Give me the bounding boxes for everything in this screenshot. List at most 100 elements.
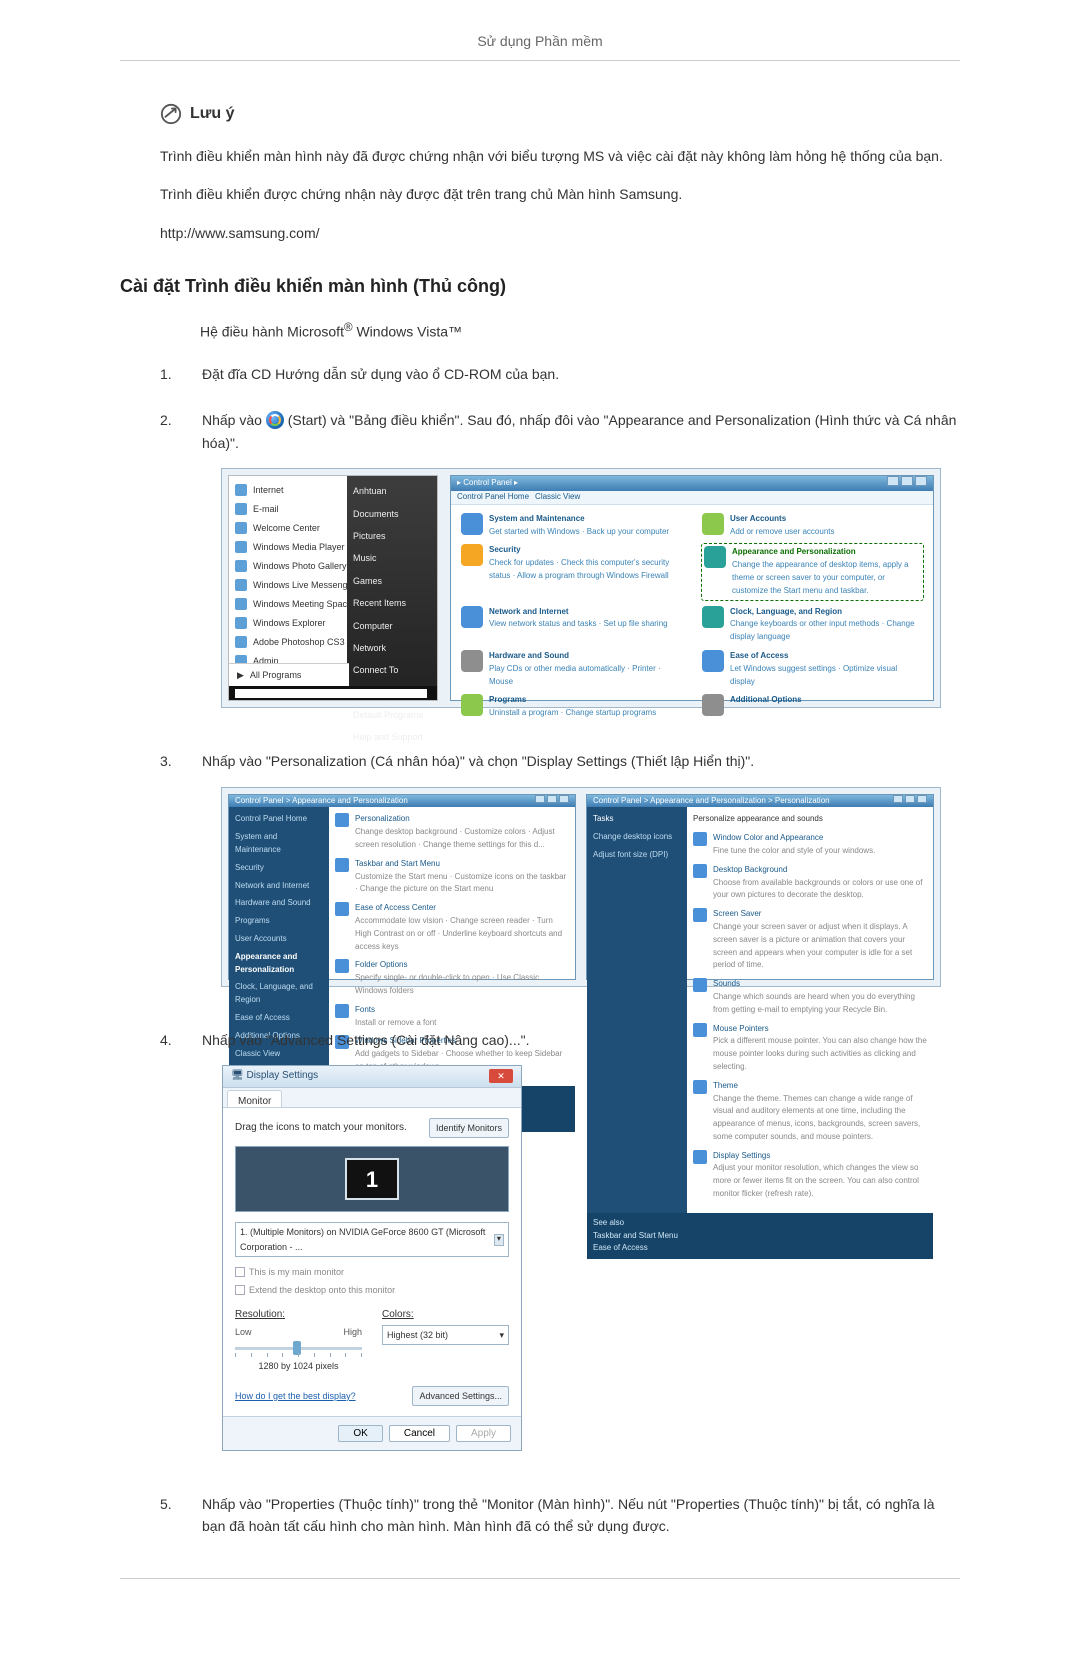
- note-p2: Trình điều khiển được chứng nhận này đượ…: [160, 183, 960, 205]
- cp-item[interactable]: Hardware and Sound: [489, 650, 682, 663]
- window-buttons[interactable]: [885, 476, 927, 491]
- cp-item[interactable]: Clock, Language, and Region: [730, 606, 923, 619]
- cp-item[interactable]: Network and Internet: [489, 606, 668, 619]
- cp-item[interactable]: User Accounts: [730, 513, 835, 526]
- os-prefix: Hệ điều hành Microsoft: [200, 324, 344, 340]
- ap-item[interactable]: Folder Options: [355, 959, 569, 972]
- sm-right[interactable]: Anhtuan: [353, 484, 431, 498]
- side-link[interactable]: Change desktop icons: [593, 831, 681, 844]
- side-link[interactable]: Security: [235, 862, 323, 875]
- side-link[interactable]: Control Panel Home: [235, 813, 323, 826]
- pz-item[interactable]: Desktop Background: [713, 864, 927, 877]
- sm-right[interactable]: Pictures: [353, 529, 431, 543]
- cp-item[interactable]: System and Maintenance: [489, 513, 669, 526]
- chevron-down-icon[interactable]: ▾: [494, 1234, 504, 1246]
- sm-right[interactable]: Default Programs: [353, 708, 431, 722]
- sm-item[interactable]: Welcome Center: [253, 521, 320, 535]
- search-input[interactable]: [235, 689, 427, 698]
- cp-item[interactable]: Security: [489, 544, 682, 557]
- identify-monitors-button[interactable]: Identify Monitors: [429, 1118, 509, 1138]
- reg-mark: ®: [344, 321, 353, 334]
- sm-right[interactable]: Games: [353, 574, 431, 588]
- step-2-text: Nhấp vào (Start) và "Bảng điều khiển". S…: [202, 409, 960, 726]
- sm-item[interactable]: Windows Explorer: [253, 616, 326, 630]
- sm-item[interactable]: Windows Photo Gallery: [253, 559, 347, 573]
- sm-right[interactable]: Connect To: [353, 663, 431, 677]
- ok-button[interactable]: OK: [338, 1425, 382, 1442]
- display-settings-dialog: 🖥 Display Settings ✕ Monitor Drag the ic…: [222, 1065, 522, 1451]
- side-link[interactable]: User Accounts: [235, 933, 323, 946]
- side-link[interactable]: Hardware and Sound: [235, 897, 323, 910]
- monitor-preview-area[interactable]: 1: [235, 1146, 509, 1212]
- note-p1: Trình điều khiển màn hình này đã được ch…: [160, 145, 960, 167]
- window-buttons[interactable]: [891, 795, 927, 808]
- step-4-text: Nhấp vào "Advanced Settings (Cài đặt Nân…: [202, 1032, 529, 1048]
- sm-right[interactable]: Recent Items: [353, 596, 431, 610]
- sm-item[interactable]: E-mail: [253, 502, 279, 516]
- side-hd: Tasks: [593, 813, 681, 826]
- os-subhead: Hệ điều hành Microsoft® Windows Vista™: [200, 319, 960, 343]
- step-3: 3. Nhấp vào "Personalization (Cá nhân hó…: [160, 750, 960, 1004]
- side-link[interactable]: Appearance and Personalization: [235, 951, 323, 977]
- cancel-button[interactable]: Cancel: [389, 1425, 450, 1442]
- pz-item[interactable]: Window Color and Appearance: [713, 832, 875, 845]
- close-button[interactable]: ✕: [489, 1069, 513, 1083]
- pz-item[interactable]: Sounds: [713, 978, 927, 991]
- cp-home-link[interactable]: Control Panel Home: [457, 491, 529, 504]
- fig2-left-panel: Control Panel > Appearance and Personali…: [228, 794, 576, 980]
- monitor-select[interactable]: 1. (Multiple Monitors) on NVIDIA GeForce…: [235, 1222, 509, 1257]
- side-link[interactable]: System and Maintenance: [235, 831, 323, 857]
- step-2-pre: Nhấp vào: [202, 412, 266, 428]
- cp-item[interactable]: Programs: [489, 694, 656, 707]
- side-link[interactable]: Clock, Language, and Region: [235, 981, 323, 1007]
- cp-title: ▸ Control Panel ▸: [457, 477, 518, 490]
- chk-main-monitor[interactable]: This is my main monitor: [235, 1265, 509, 1279]
- pz-item[interactable]: Screen Saver: [713, 908, 927, 921]
- sm-all-programs[interactable]: ▶ All Programs: [229, 663, 349, 686]
- ap-item[interactable]: Fonts: [355, 1004, 436, 1017]
- step-3-num: 3.: [160, 750, 184, 1004]
- ap-item[interactable]: Taskbar and Start Menu: [355, 858, 569, 871]
- chevron-down-icon[interactable]: ▾: [499, 1328, 504, 1342]
- cp-item[interactable]: Additional Options: [730, 694, 802, 707]
- os-suffix: Windows Vista™: [353, 324, 462, 340]
- ap-item[interactable]: Ease of Access Center: [355, 902, 569, 915]
- res-high: High: [343, 1325, 362, 1339]
- fig2r-title: Control Panel > Appearance and Personali…: [593, 795, 830, 808]
- help-link[interactable]: How do I get the best display?: [235, 1389, 356, 1403]
- sm-right[interactable]: Music: [353, 551, 431, 565]
- side-link[interactable]: Ease of Access: [235, 1012, 323, 1025]
- chk-extend-desktop[interactable]: Extend the desktop onto this monitor: [235, 1283, 509, 1297]
- ap-item[interactable]: Personalization: [355, 813, 569, 826]
- step-1-text: Đặt đĩa CD Hướng dẫn sử dụng vào ổ CD-RO…: [202, 363, 960, 385]
- advanced-settings-button[interactable]: Advanced Settings...: [412, 1386, 509, 1406]
- side-link[interactable]: Programs: [235, 915, 323, 928]
- window-buttons[interactable]: [533, 795, 569, 808]
- apply-button[interactable]: Apply: [456, 1425, 511, 1442]
- sm-right[interactable]: Documents: [353, 507, 431, 521]
- sm-item[interactable]: Internet: [253, 483, 284, 497]
- sm-right[interactable]: Network: [353, 641, 431, 655]
- sm-right[interactable]: Computer: [353, 619, 431, 633]
- step-5-num: 5.: [160, 1493, 184, 1538]
- sm-right[interactable]: Help and Support: [353, 730, 431, 744]
- colors-select[interactable]: Highest (32 bit) ▾: [382, 1325, 509, 1345]
- sm-item[interactable]: Windows Meeting Space: [253, 597, 352, 611]
- step-5-text: Nhấp vào "Properties (Thuộc tính)" trong…: [202, 1493, 960, 1538]
- cp-item[interactable]: Ease of Access: [730, 650, 923, 663]
- monitor-1-icon[interactable]: 1: [345, 1158, 399, 1200]
- resolution-value: 1280 by 1024 pixels: [235, 1359, 362, 1373]
- sm-search[interactable]: [229, 686, 437, 700]
- page-header: Sử dụng Phần mềm: [120, 30, 960, 61]
- sm-item[interactable]: Adobe Photoshop CS3: [253, 635, 345, 649]
- sm-item[interactable]: Windows Media Player: [253, 540, 345, 554]
- step-5: 5. Nhấp vào "Properties (Thuộc tính)" tr…: [160, 1493, 960, 1538]
- side-link[interactable]: Adjust font size (DPI): [593, 849, 681, 862]
- cp-classic-link[interactable]: Classic View: [535, 491, 580, 504]
- tab-monitor[interactable]: Monitor: [227, 1090, 282, 1107]
- fig1-control-panel: ▸ Control Panel ▸ Control Panel Home Cla…: [450, 475, 934, 701]
- cp-item-appearance[interactable]: Appearance and Personalization: [732, 546, 921, 559]
- resolution-slider[interactable]: [235, 1339, 362, 1357]
- step-2: 2. Nhấp vào (Start) và "Bảng điều khiển"…: [160, 409, 960, 726]
- side-link[interactable]: Network and Internet: [235, 880, 323, 893]
